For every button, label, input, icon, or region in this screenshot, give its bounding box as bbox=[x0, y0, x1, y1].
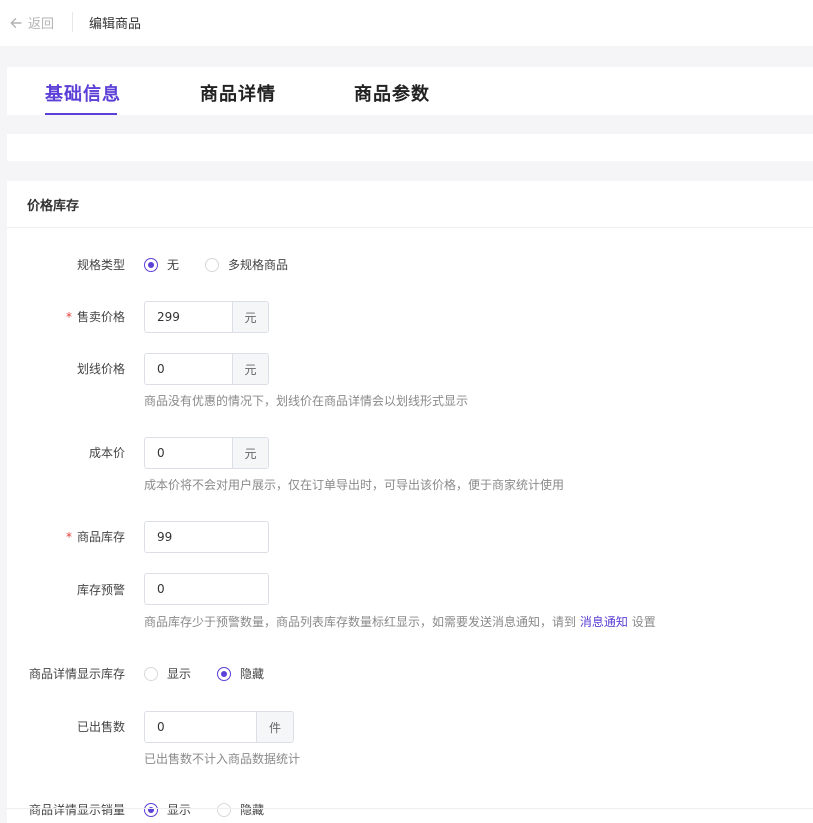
unit-suffix: 件 bbox=[256, 712, 293, 742]
spec-type-none-radio[interactable]: 无 bbox=[144, 256, 179, 273]
cost-price-input[interactable] bbox=[145, 438, 232, 468]
line-price-input[interactable] bbox=[145, 354, 232, 384]
show-sales-show-radio[interactable]: 显示 bbox=[144, 801, 191, 818]
footer-divider bbox=[7, 808, 813, 809]
required-mark: * bbox=[65, 310, 72, 324]
stock-warning-hint-suffix: 设置 bbox=[631, 615, 656, 629]
price-stock-card: 价格库存 规格类型 无 多规格商品 * 售卖价格 元 划线价格 元 商品没有优惠的… bbox=[7, 181, 813, 823]
radio-label: 多规格商品 bbox=[228, 258, 289, 272]
radio-label: 无 bbox=[167, 258, 180, 272]
show-sales-label: 商品详情显示销量 bbox=[28, 803, 125, 817]
header-divider bbox=[72, 12, 73, 32]
spec-type-label: 规格类型 bbox=[76, 258, 125, 272]
show-stock-label: 商品详情显示库存 bbox=[28, 667, 125, 681]
radio-label: 显示 bbox=[167, 803, 192, 817]
currency-suffix: 元 bbox=[232, 302, 268, 332]
radio-checked-icon bbox=[144, 257, 158, 272]
arrow-left-icon bbox=[10, 17, 22, 29]
show-sales-hide-radio[interactable]: 隐藏 bbox=[217, 801, 264, 818]
line-price-label: 划线价格 bbox=[76, 362, 125, 376]
stock-label: * 商品库存 bbox=[7, 528, 125, 545]
sale-price-label: * 售卖价格 bbox=[7, 308, 125, 325]
sold-count-field: 件 bbox=[144, 711, 294, 743]
radio-label: 隐藏 bbox=[240, 803, 265, 817]
cost-price-label: 成本价 bbox=[88, 446, 125, 460]
section-title: 价格库存 bbox=[27, 199, 80, 214]
line-price-hint: 商品没有优惠的情况下，划线价在商品详情会以划线形式显示 bbox=[144, 394, 469, 408]
stock-label-text: 商品库存 bbox=[76, 530, 125, 544]
radio-checked-icon bbox=[144, 802, 158, 817]
active-tab-indicator bbox=[45, 113, 117, 115]
section-divider bbox=[7, 227, 813, 228]
cost-price-hint: 成本价将不会对用户展示，仅在订单导出时，可导出该价格，便于商家统计使用 bbox=[144, 478, 565, 492]
tab-bar: 基础信息 商品详情 商品参数 bbox=[7, 67, 813, 115]
cost-price-field: 元 bbox=[144, 437, 269, 469]
stock-warning-hint: 商品库存少于预警数量，商品列表库存数量标红显示，如需要发送消息通知，请到 消息通… bbox=[144, 613, 656, 630]
stock-input[interactable] bbox=[145, 522, 268, 552]
tab-basic-info[interactable]: 基础信息 bbox=[45, 80, 121, 106]
back-label: 返回 bbox=[28, 17, 55, 32]
currency-suffix: 元 bbox=[232, 438, 268, 468]
radio-label: 隐藏 bbox=[240, 667, 265, 681]
show-stock-show-radio[interactable]: 显示 bbox=[144, 665, 191, 682]
radio-unchecked-icon bbox=[217, 802, 231, 817]
page-title: 编辑商品 bbox=[89, 17, 142, 32]
spec-type-multi-radio[interactable]: 多规格商品 bbox=[205, 256, 288, 273]
radio-unchecked-icon bbox=[205, 257, 219, 272]
sale-price-field: 元 bbox=[144, 301, 269, 333]
message-notify-link[interactable]: 消息通知 bbox=[580, 615, 628, 629]
radio-checked-icon bbox=[217, 666, 231, 681]
required-mark: * bbox=[65, 530, 72, 544]
currency-suffix: 元 bbox=[232, 354, 268, 384]
line-price-field: 元 bbox=[144, 353, 269, 385]
stock-warning-field bbox=[144, 573, 269, 605]
sale-price-label-text: 售卖价格 bbox=[76, 310, 125, 324]
top-bar: 返回 编辑商品 bbox=[0, 0, 813, 46]
radio-label: 显示 bbox=[167, 667, 192, 681]
spacer-panel bbox=[7, 134, 813, 161]
stock-field bbox=[144, 521, 269, 553]
sale-price-input[interactable] bbox=[145, 302, 232, 332]
show-stock-hide-radio[interactable]: 隐藏 bbox=[217, 665, 264, 682]
stock-warning-label: 库存预警 bbox=[76, 583, 125, 597]
sold-count-input[interactable] bbox=[145, 712, 256, 742]
stock-warning-hint-text: 商品库存少于预警数量，商品列表库存数量标红显示，如需要发送消息通知，请到 bbox=[144, 615, 577, 629]
stock-warning-input[interactable] bbox=[145, 574, 268, 604]
tab-product-details[interactable]: 商品详情 bbox=[200, 80, 276, 106]
radio-unchecked-icon bbox=[144, 666, 158, 681]
sold-count-hint: 已出售数不计入商品数据统计 bbox=[144, 752, 301, 766]
sold-count-label: 已出售数 bbox=[76, 720, 125, 734]
tab-product-params[interactable]: 商品参数 bbox=[354, 80, 430, 106]
back-button[interactable]: 返回 bbox=[10, 13, 54, 32]
